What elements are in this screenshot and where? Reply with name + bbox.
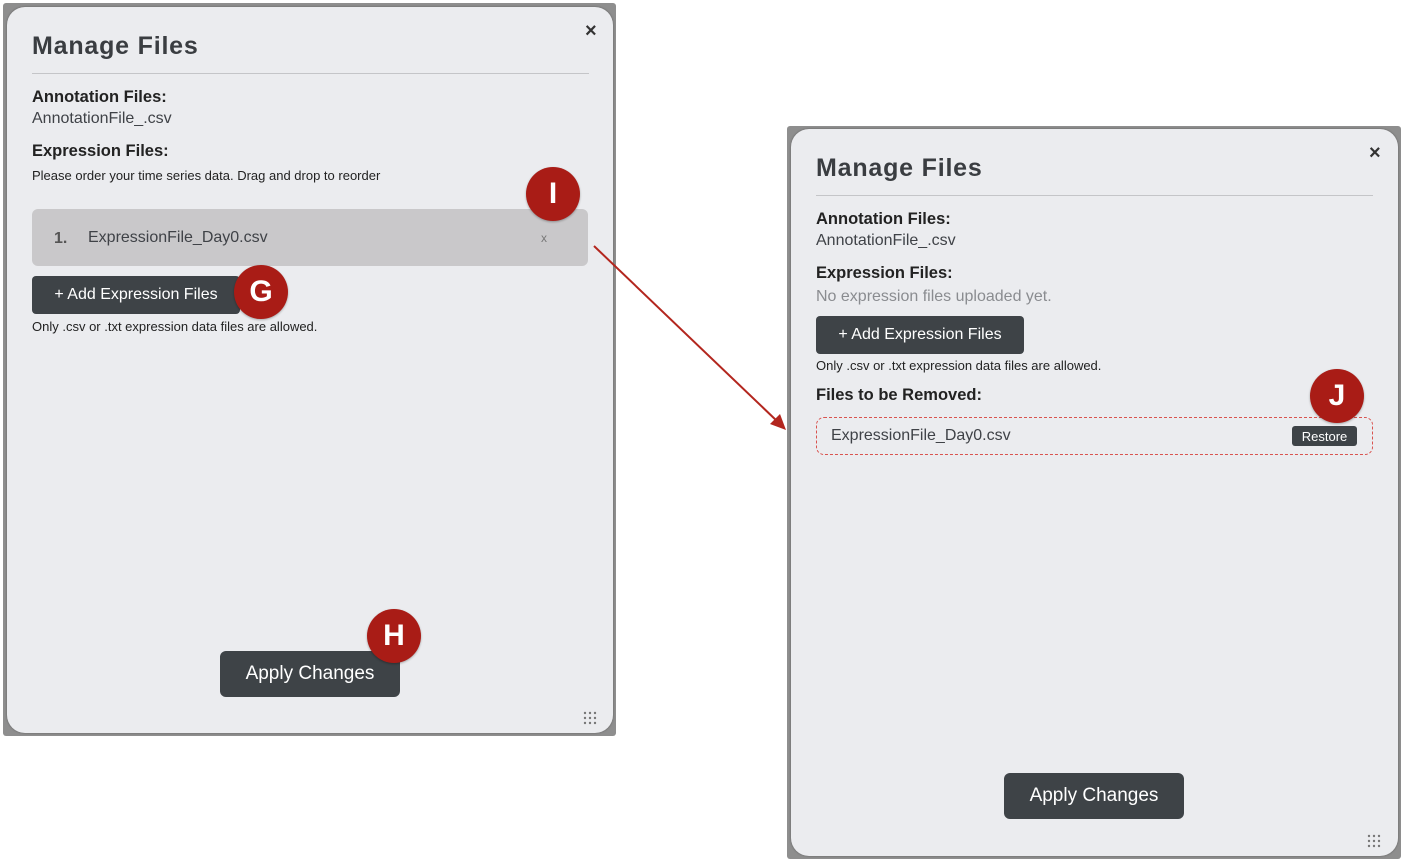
left-manage-files-dialog: × Manage Files Annotation Files: Annotat… xyxy=(7,7,613,733)
marker-g: G xyxy=(234,265,288,319)
annotation-files-label: Annotation Files: xyxy=(32,88,167,106)
annotation-file-name: AnnotationFile_.csv xyxy=(32,110,172,127)
add-expression-files-button[interactable]: + Add Expression Files xyxy=(816,316,1024,354)
expression-file-row[interactable]: 1. ExpressionFile_Day0.csv x xyxy=(32,209,588,266)
removed-file-name: ExpressionFile_Day0.csv xyxy=(831,427,1011,444)
reorder-hint: Please order your time series data. Drag… xyxy=(32,168,381,183)
files-to-be-removed-label: Files to be Removed: xyxy=(816,386,982,404)
expression-file-name: ExpressionFile_Day0.csv xyxy=(88,229,268,246)
marker-j: J xyxy=(1310,369,1364,423)
expression-files-label: Expression Files: xyxy=(32,142,169,160)
marker-i: I xyxy=(526,167,580,221)
dialog-title: Manage Files xyxy=(32,32,199,60)
apply-changes-button[interactable]: Apply Changes xyxy=(220,651,400,697)
restore-button[interactable]: Restore xyxy=(1292,426,1357,446)
annotation-file-name: AnnotationFile_.csv xyxy=(816,232,956,249)
expression-files-label: Expression Files: xyxy=(816,264,953,282)
allowed-file-types-hint: Only .csv or .txt expression data files … xyxy=(816,358,1102,373)
remove-x-icon[interactable]: x xyxy=(541,231,547,245)
resize-grip-icon[interactable] xyxy=(583,711,597,725)
right-manage-files-dialog: × Manage Files Annotation Files: Annotat… xyxy=(791,129,1398,856)
close-icon[interactable]: × xyxy=(1369,143,1381,163)
no-expression-files-text: No expression files uploaded yet. xyxy=(816,288,1052,305)
title-divider xyxy=(816,195,1373,196)
marker-h: H xyxy=(367,609,421,663)
allowed-file-types-hint: Only .csv or .txt expression data files … xyxy=(32,319,318,334)
annotation-files-label: Annotation Files: xyxy=(816,210,951,228)
removed-file-row: ExpressionFile_Day0.csv Restore xyxy=(816,417,1373,455)
title-divider xyxy=(32,73,589,74)
close-icon[interactable]: × xyxy=(585,21,597,41)
dialog-title: Manage Files xyxy=(816,154,983,182)
apply-changes-button[interactable]: Apply Changes xyxy=(1004,773,1184,819)
file-order-number: 1. xyxy=(54,230,68,247)
add-expression-files-button[interactable]: + Add Expression Files xyxy=(32,276,240,314)
resize-grip-icon[interactable] xyxy=(1367,834,1381,848)
